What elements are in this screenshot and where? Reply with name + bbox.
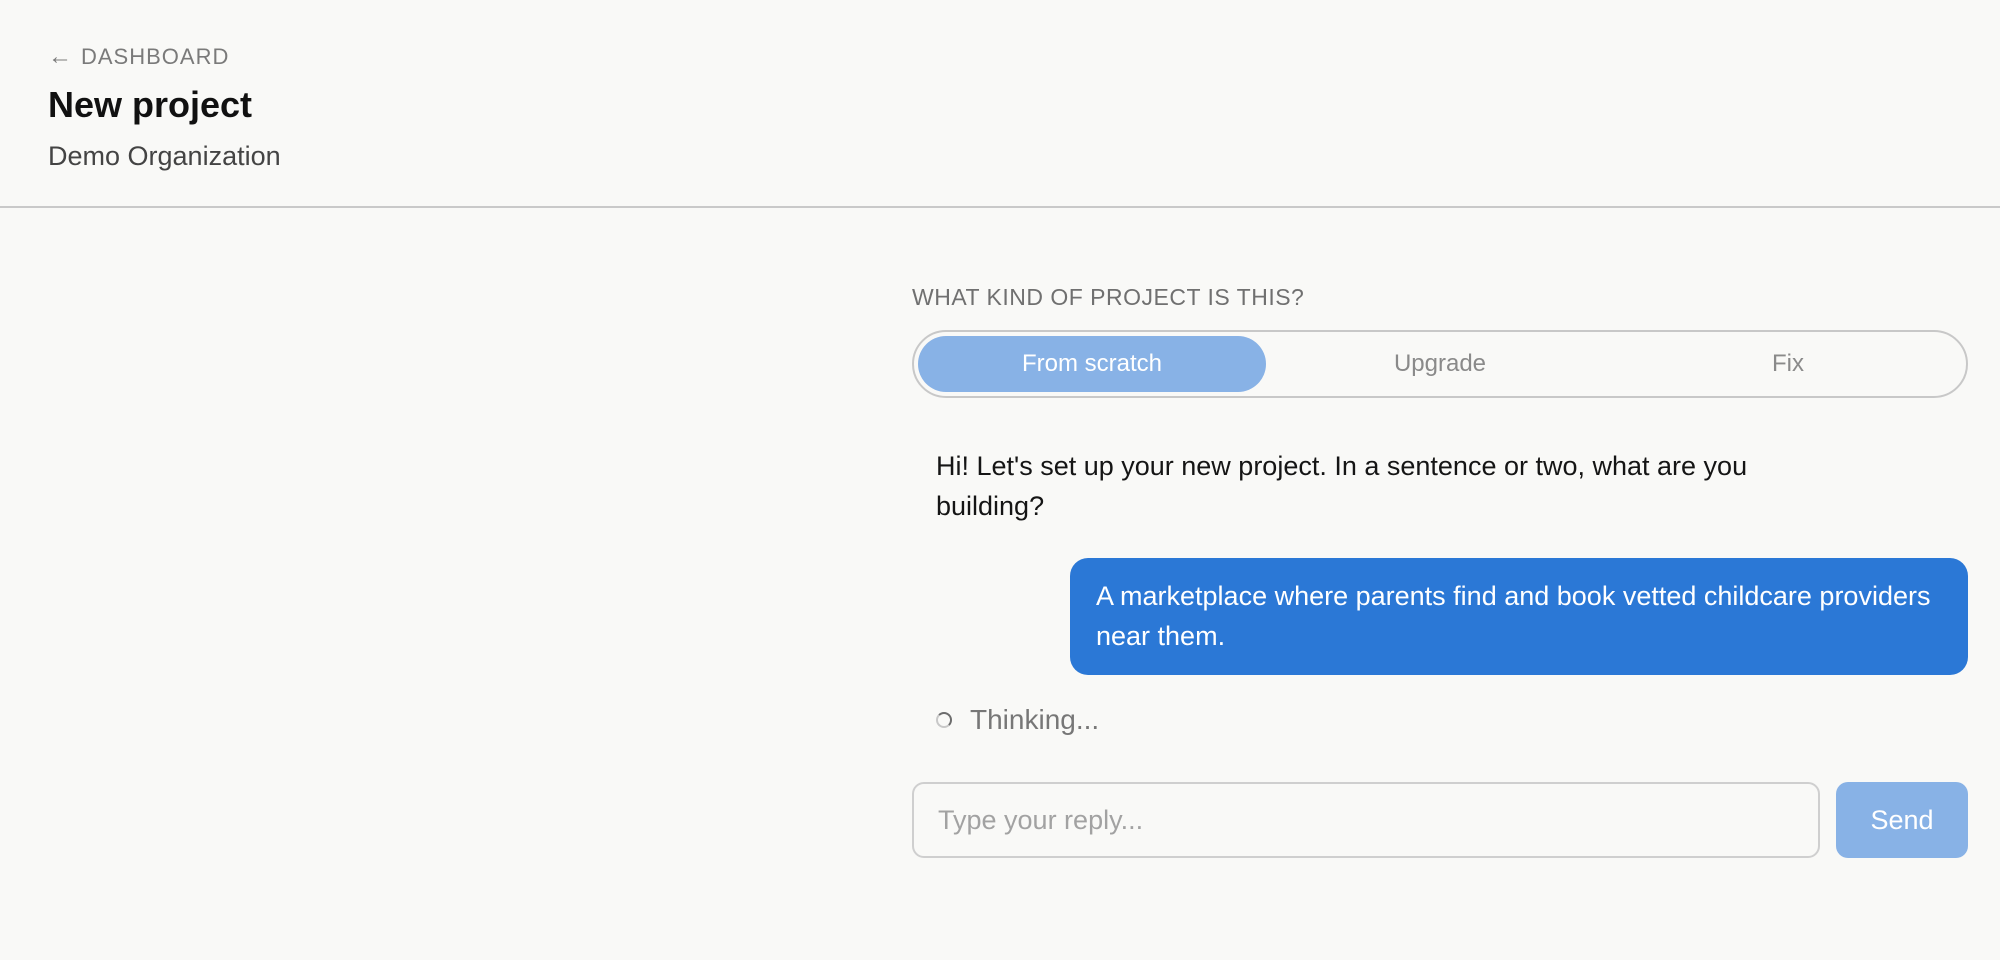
spinner-icon — [936, 712, 952, 728]
thinking-indicator: Thinking... — [936, 704, 1099, 736]
page-title: New project — [48, 84, 253, 125]
organization-name: Demo Organization — [48, 141, 281, 171]
user-message-bubble: A marketplace where parents find and boo… — [1070, 558, 1968, 675]
back-link-label: DASHBOARD — [81, 44, 230, 69]
thinking-label: Thinking... — [970, 704, 1100, 735]
page-header: ← DASHBOARD New project Demo Organizatio… — [0, 0, 2000, 208]
send-button[interactable]: Send — [1836, 782, 1968, 858]
project-type-question: WHAT KIND OF PROJECT IS THIS? — [912, 284, 1305, 310]
project-type-selector: From scratch Upgrade Fix — [912, 330, 1968, 398]
reply-composer: Send — [912, 782, 1968, 858]
option-upgrade[interactable]: Upgrade — [1266, 336, 1614, 392]
option-fix[interactable]: Fix — [1614, 336, 1962, 392]
setup-chat-panel: WHAT KIND OF PROJECT IS THIS? From scrat… — [912, 284, 1968, 858]
back-to-dashboard-link[interactable]: ← DASHBOARD — [48, 44, 229, 70]
option-from-scratch[interactable]: From scratch — [918, 336, 1266, 392]
reply-input[interactable] — [912, 782, 1820, 858]
assistant-message: Hi! Let's set up your new project. In a … — [936, 451, 1748, 521]
arrow-left-icon: ← — [48, 43, 73, 70]
